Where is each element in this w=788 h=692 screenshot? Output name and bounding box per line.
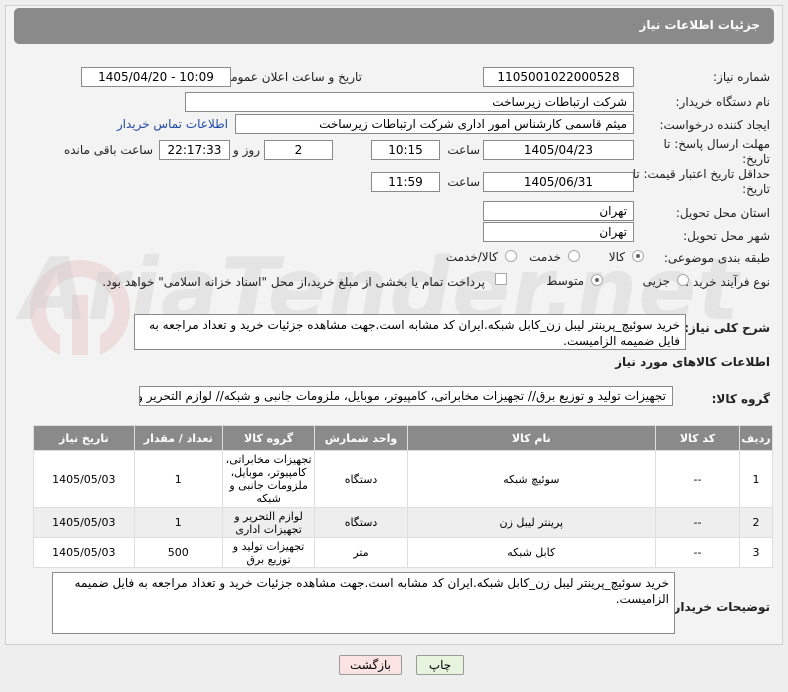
days-field: 2 — [264, 140, 333, 160]
cell-date: 1405/05/03 — [33, 537, 135, 568]
buyer-org-label: نام دستگاه خریدار: — [675, 95, 771, 109]
cell-date: 1405/05/03 — [33, 450, 135, 508]
category-label: طبقه بندی موضوعی: — [663, 251, 770, 265]
city-field: تهران — [483, 222, 634, 242]
print-button[interactable]: چاپ — [416, 655, 464, 675]
cell-qty: 500 — [133, 537, 223, 568]
contact-info-link[interactable]: اطلاعات تماس خریدار — [117, 117, 228, 131]
buyer-notes-label: توضیحات خریدار: — [668, 600, 770, 614]
reply-time-field: 10:15 — [371, 140, 440, 160]
price-time-label: ساعت — [447, 175, 480, 189]
col-name: نام کالا — [406, 425, 656, 451]
requester-field: میثم قاسمی کارشناس امور اداری شرکت ارتبا… — [235, 114, 634, 134]
remaining-time-label: ساعت باقی مانده — [63, 143, 153, 157]
province-field: تهران — [483, 201, 634, 221]
cell-qty: 1 — [133, 507, 223, 538]
category-both-radio[interactable] — [505, 250, 517, 262]
cell-group: تجهیزات تولید و توزیع برق — [221, 537, 316, 568]
back-button[interactable]: بازگشت — [339, 655, 402, 675]
cell-code: -- — [654, 450, 741, 508]
page-title: جزئیات اطلاعات نیاز — [639, 18, 760, 32]
cell-index: 3 — [739, 537, 773, 568]
cell-unit: دستگاه — [314, 507, 408, 538]
province-label: استان محل تحویل: — [675, 206, 770, 220]
goods-group-label: گروه کالا: — [711, 392, 770, 406]
treasury-payment-note: پرداخت تمام یا بخشی از مبلغ خرید،از محل … — [102, 275, 485, 289]
category-service-label: خدمت — [529, 250, 561, 264]
col-unit: واحد شمارش — [314, 425, 408, 451]
requester-label: ایجاد کننده درخواست: — [659, 118, 770, 132]
reply-time-label: ساعت — [447, 143, 480, 157]
category-goods-radio[interactable] — [632, 250, 644, 262]
price-date-field: 1405/06/31 — [483, 172, 634, 192]
col-date: تاریخ نیاز — [33, 425, 135, 451]
cell-code: -- — [654, 537, 741, 568]
description-label: شرح کلی نیاز: — [684, 321, 770, 335]
announce-date-label: تاریخ و ساعت اعلان عمومی: — [217, 70, 362, 84]
items-table: ردیف کد کالا نام کالا واحد شمارش گروه کا… — [33, 425, 773, 568]
buyer-org-field: شرکت ارتباطات زیرساخت — [185, 92, 634, 112]
price-validity-label: حداقل تاریخ اعتبار قیمت: تا تاریخ: — [632, 167, 770, 196]
category-both-label: کالا/خدمت — [445, 250, 498, 264]
page-header: جزئیات اطلاعات نیاز — [14, 8, 774, 44]
buyer-notes-textarea[interactable]: خرید سوئیچ_پرینتر لیبل زن_کابل شبکه.ایرا… — [52, 572, 675, 634]
cell-group: تجهیزات مخابراتی، کامپیوتر، موبایل، ملزو… — [221, 450, 316, 508]
col-qty: تعداد / مقدار — [133, 425, 223, 451]
col-code: کد کالا — [654, 425, 741, 451]
cell-group: لوازم التحریر و تجهیزات اداری — [221, 507, 316, 538]
cell-date: 1405/05/03 — [33, 507, 135, 538]
cell-code: -- — [654, 507, 741, 538]
goods-info-title: اطلاعات کالاهای مورد نیاز — [615, 355, 770, 369]
cell-index: 1 — [739, 450, 773, 508]
table-header-row: ردیف کد کالا نام کالا واحد شمارش گروه کا… — [33, 425, 773, 451]
cell-name: سوئیچ شبکه — [406, 450, 656, 508]
cell-index: 2 — [739, 507, 773, 538]
table-row[interactable]: 2 -- پرینتر لیبل زن دستگاه لوازم التحریر… — [33, 507, 773, 538]
need-number-field: 1105001022000528 — [483, 67, 634, 87]
announce-date-field: 1405/04/20 - 10:09 — [81, 67, 231, 87]
cell-name: پرینتر لیبل زن — [406, 507, 656, 538]
category-service-radio[interactable] — [568, 250, 580, 262]
cell-unit: دستگاه — [314, 450, 408, 508]
reply-deadline-label: مهلت ارسال پاسخ: تا تاریخ: — [663, 137, 770, 166]
category-goods-label: کالا — [608, 250, 625, 264]
cell-name: کابل شبکه — [406, 537, 656, 568]
process-partial-label: جزیی — [642, 274, 670, 288]
process-medium-label: متوسط — [546, 274, 584, 288]
process-partial-radio[interactable] — [677, 274, 689, 286]
treasury-payment-checkbox[interactable] — [495, 273, 507, 285]
price-time-field: 11:59 — [371, 172, 440, 192]
table-row[interactable]: 1 -- سوئیچ شبکه دستگاه تجهیزات مخابراتی،… — [33, 450, 773, 508]
cell-unit: متر — [314, 537, 408, 568]
process-medium-radio[interactable] — [591, 274, 603, 286]
goods-group-field: تجهیزات تولید و توزیع برق// تجهیزات مخاب… — [139, 386, 673, 406]
days-label: روز و — [233, 143, 260, 157]
col-index: ردیف — [739, 425, 773, 451]
cell-qty: 1 — [133, 450, 223, 508]
remaining-time-field: 22:17:33 — [159, 140, 230, 160]
table-row[interactable]: 3 -- کابل شبکه متر تجهیزات تولید و توزیع… — [33, 537, 773, 568]
city-label: شهر محل تحویل: — [683, 229, 770, 243]
description-textarea[interactable]: خرید سوئیچ_پرینتر لیبل زن_کابل شبکه.ایرا… — [134, 314, 686, 350]
process-label: نوع فرآیند خرید : — [685, 275, 770, 289]
col-group: گروه کالا — [221, 425, 316, 451]
need-number-label: شماره نیاز: — [713, 70, 770, 84]
reply-date-field: 1405/04/23 — [483, 140, 634, 160]
